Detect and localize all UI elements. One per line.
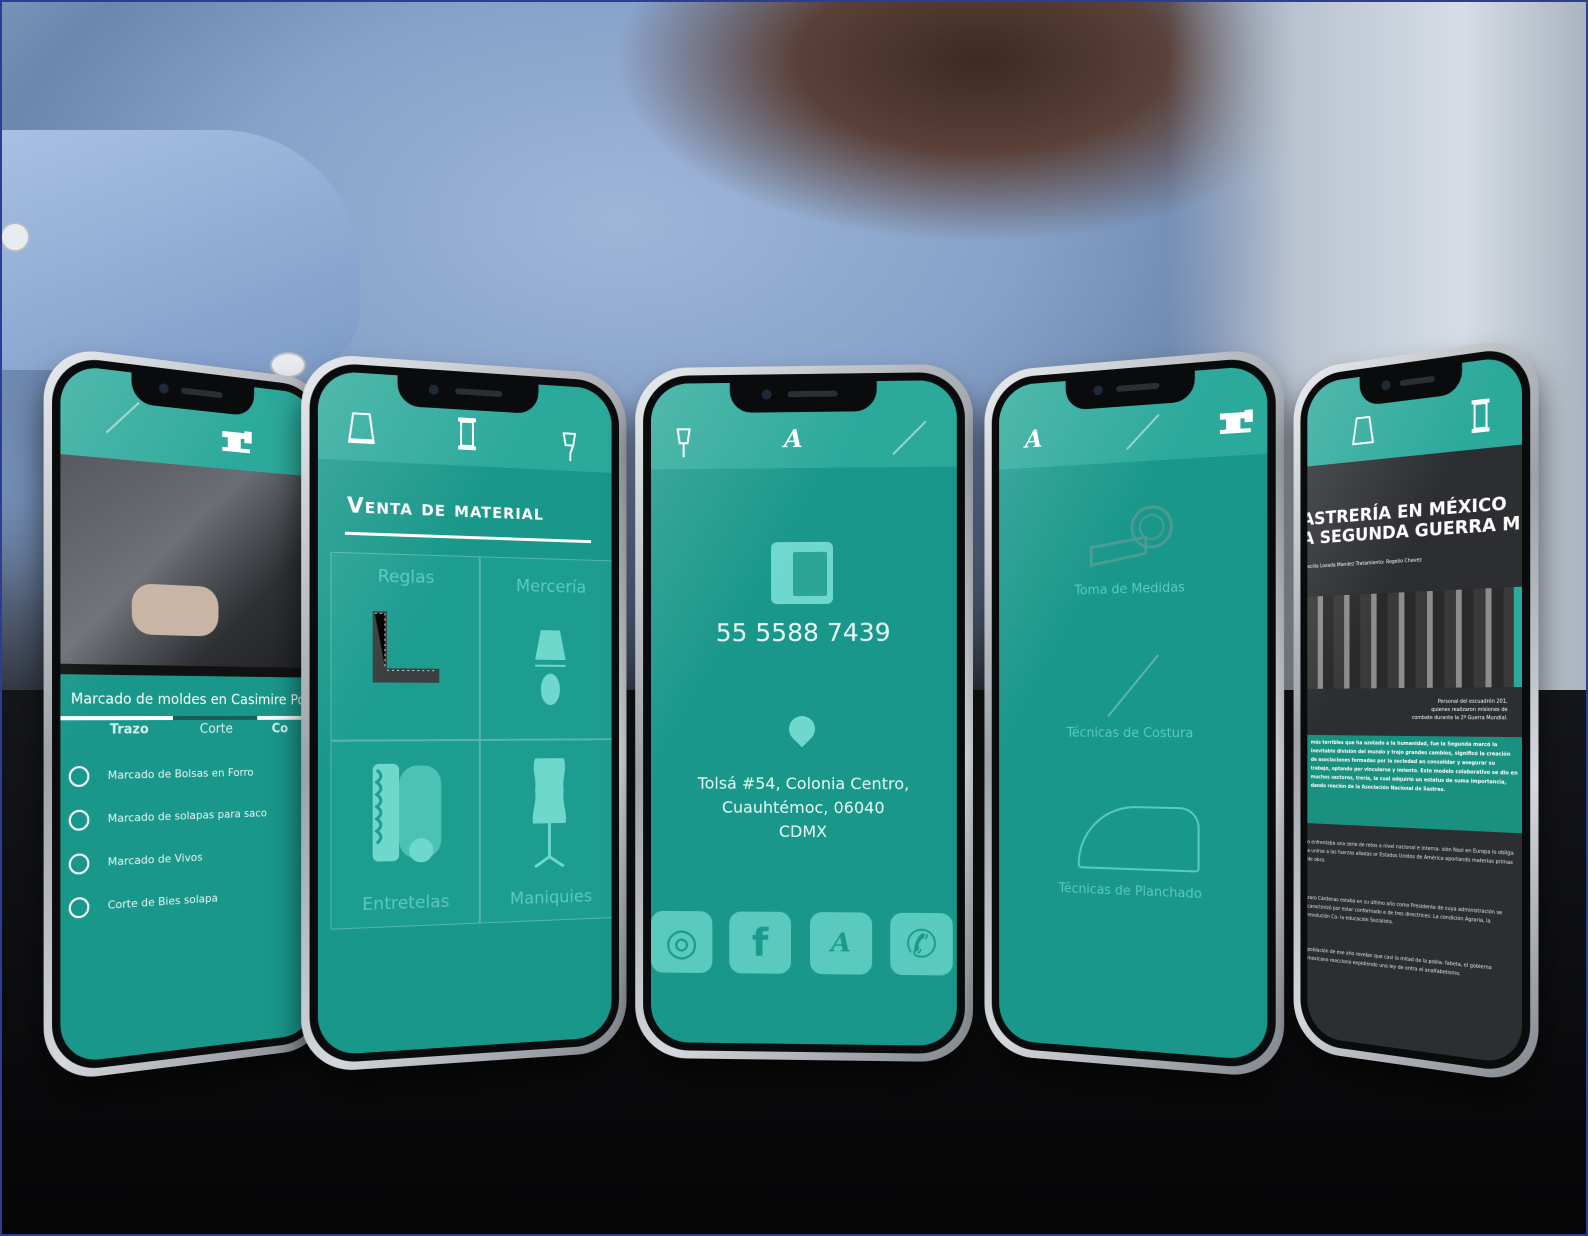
sewing-machine-icon[interactable] <box>219 427 256 456</box>
sewing-machine-icon[interactable] <box>1216 407 1257 445</box>
ruler-icon <box>371 609 442 683</box>
radio-icon[interactable] <box>68 896 90 919</box>
paragraph: población de ese año revelan que casi la… <box>1307 946 1492 978</box>
tab-bar: Trazo Corte Co <box>60 715 316 748</box>
tab-co[interactable]: Co <box>272 722 289 737</box>
caption-line: combate durante la 2ª Guerra Mundial. <box>1411 715 1508 722</box>
list-item-label: Marcado de Vivos <box>107 850 203 869</box>
facebook-icon[interactable]: f <box>729 911 792 974</box>
spool-icon[interactable] <box>456 415 478 456</box>
screen: A Toma de Medidas Técnicas de Costura Té… <box>999 364 1268 1062</box>
tab-trazo[interactable]: Trazo <box>110 722 149 738</box>
category-label: Entretelas <box>362 891 450 916</box>
category-label: Mercería <box>515 576 587 598</box>
radio-icon[interactable] <box>68 809 90 832</box>
measuring-tape-icon <box>1089 504 1179 568</box>
phone-icon <box>771 541 834 605</box>
location-pin-icon <box>783 710 821 748</box>
paragraph: zaro Cárdenas estaba en su último año co… <box>1307 894 1503 926</box>
thimble-button-icon <box>533 630 567 706</box>
phone-article: ASTRERÍA EN MÉXICO A SEGUNDA GUERRA MUND… <box>1293 335 1539 1085</box>
screen: ASTRERÍA EN MÉXICO A SEGUNDA GUERRA MUND… <box>1307 354 1522 1066</box>
list-item[interactable]: Marcado de Bolsas en Forro <box>68 763 254 788</box>
radio-icon[interactable] <box>68 853 90 875</box>
technique-medidas[interactable]: Toma de Medidas <box>999 578 1267 601</box>
logo-icon[interactable]: A <box>809 912 873 975</box>
thimble-icon[interactable] <box>1351 412 1375 452</box>
category-label: Reglas <box>377 566 435 589</box>
spool-icon[interactable] <box>1470 396 1492 440</box>
phone-venta-material: Venta de material Reglas Mercería Entret… <box>301 352 627 1074</box>
active-tab-indicator <box>172 715 258 721</box>
paragraph: o enfrentaba una serie de retos a nivel … <box>1307 839 1514 867</box>
category-reglas[interactable]: Reglas <box>330 551 480 741</box>
phone-number[interactable]: 55 5588 7439 <box>651 617 957 648</box>
highlight-paragraph: más terribles que ha azotado a la humani… <box>1307 734 1522 834</box>
screen: Venta de material Reglas Mercería Entret… <box>317 370 612 1056</box>
category-entretelas[interactable]: Entretelas <box>330 739 480 930</box>
caption-line: quienes realizaron misiones de <box>1431 706 1508 714</box>
shirt-cuff <box>0 130 360 370</box>
tab-corte[interactable]: Corte <box>200 722 233 737</box>
mannequin-icon[interactable] <box>673 427 695 465</box>
article-credits: ecilia Lozada Mandez Tratamiento: Rogeli… <box>1307 557 1422 571</box>
list-item-label: Marcado de solapas para saco <box>107 806 267 826</box>
list-item-label: Corte de Bies solapa <box>107 891 218 912</box>
address-line: CDMX <box>778 821 828 842</box>
slash-icon[interactable] <box>1126 413 1160 451</box>
phone-contact: A 55 5588 7439 Tolsá #54, Colonia Centro… <box>635 363 974 1063</box>
list-item-label: Marcado de Bolsas en Forro <box>107 765 254 783</box>
page-title: Venta de material <box>346 492 544 525</box>
video-controls[interactable] <box>60 663 316 678</box>
category-merceria[interactable]: Mercería <box>479 556 612 740</box>
address-line: Cuauhtémoc, 06040 <box>721 797 885 818</box>
video-title: Marcado de moldes en Casimire Pol <box>70 691 309 709</box>
technique-planchado[interactable]: Técnicas de Planchado <box>999 879 1267 905</box>
slash-icon[interactable] <box>105 401 140 434</box>
fabric-roll-icon <box>367 759 442 863</box>
screen: A 55 5588 7439 Tolsá #54, Colonia Centro… <box>650 380 957 1046</box>
instagram-icon[interactable]: ◎ <box>650 910 713 974</box>
iron-icon <box>1077 804 1200 873</box>
article-title: ASTRERÍA EN MÉXICO A SEGUNDA GUERRA MUND… <box>1307 486 1522 549</box>
video-frame <box>131 583 219 637</box>
logo-icon[interactable]: A <box>784 424 803 453</box>
whatsapp-icon[interactable]: ✆ <box>890 912 953 976</box>
technique-costura[interactable]: Técnicas de Costura <box>999 726 1267 742</box>
address-line: Tolsá #54, Colonia Centro, <box>697 773 910 794</box>
phone-techniques: A Toma de Medidas Técnicas de Costura Té… <box>984 347 1285 1079</box>
address[interactable]: Tolsá #54, Colonia Centro, Cuauhtémoc, 0… <box>651 772 957 845</box>
phone-video-lessons: Marcado de moldes en Casimire Pol Trazo … <box>43 344 330 1084</box>
photo-caption: Personal del escuadrón 201, quienes real… <box>1412 698 1508 723</box>
category-label: Maniquies <box>509 886 593 910</box>
list-item[interactable]: Marcado de solapas para saco <box>68 804 267 832</box>
caption-line: Personal del escuadrón 201, <box>1437 698 1508 705</box>
mannequin-icon[interactable] <box>559 431 580 467</box>
category-maniquies[interactable]: Maniquies <box>479 739 612 924</box>
dress-form-icon <box>525 758 573 871</box>
logo-icon[interactable]: A <box>1025 424 1042 454</box>
thimble-icon[interactable] <box>347 409 376 451</box>
shirt-button <box>0 222 30 252</box>
slash-icon[interactable] <box>892 420 927 456</box>
list-item[interactable]: Corte de Bies solapa <box>68 888 218 919</box>
slash-divider <box>1107 654 1160 718</box>
screen: Marcado de moldes en Casimire Pol Trazo … <box>60 363 316 1065</box>
list-item[interactable]: Marcado de Vivos <box>68 848 203 875</box>
radio-icon[interactable] <box>68 765 90 788</box>
video-player[interactable] <box>60 454 316 678</box>
historic-photo <box>1307 586 1522 689</box>
title-underline <box>344 531 592 544</box>
